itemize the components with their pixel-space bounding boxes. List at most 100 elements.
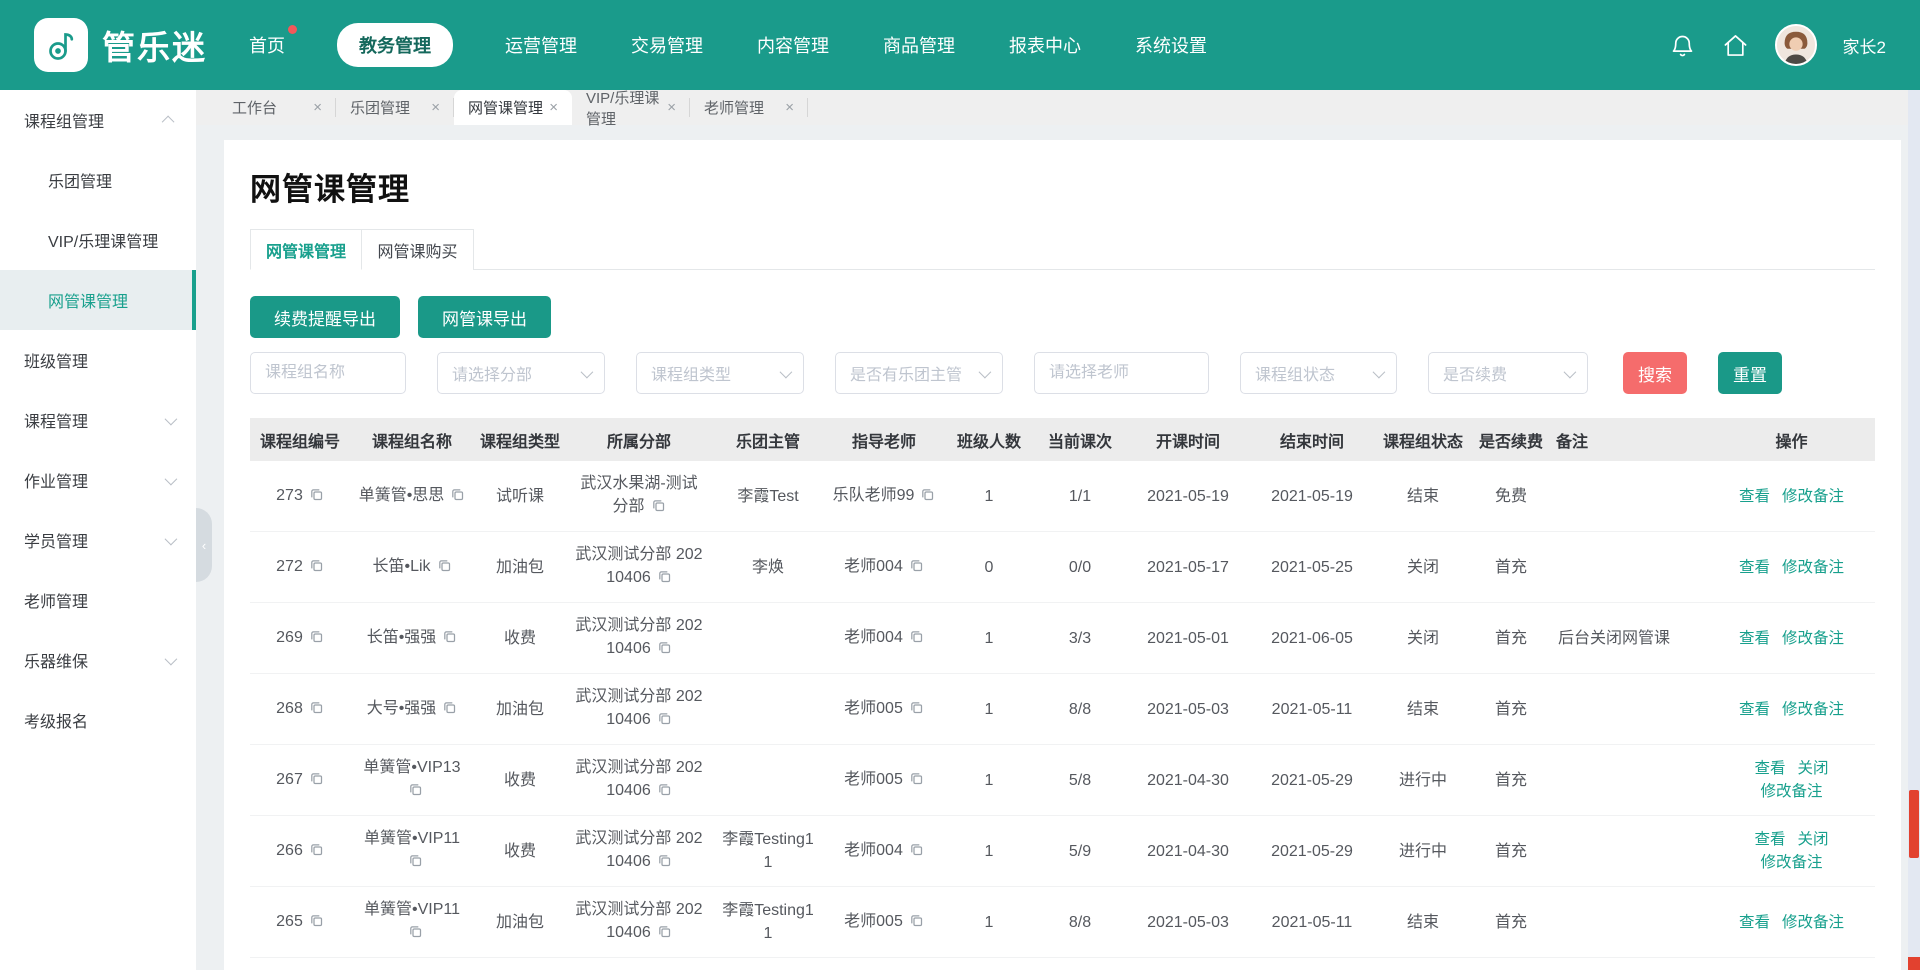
copy-icon[interactable] — [657, 781, 672, 804]
action-link[interactable]: 修改备注 — [1782, 630, 1844, 647]
topnav-item-2[interactable]: 教务管理 — [337, 23, 453, 67]
sidebar-menu: 课程组管理乐团管理VIP/乐理课管理网管课管理班级管理课程管理作业管理学员管理老… — [0, 90, 196, 750]
action-link[interactable]: 修改备注 — [1782, 488, 1844, 505]
copy-icon[interactable] — [657, 568, 672, 591]
export-button-2[interactable]: 网管课导出 — [418, 296, 551, 338]
copy-icon[interactable] — [920, 486, 935, 509]
copy-icon[interactable] — [909, 912, 924, 935]
tab-close-icon[interactable]: × — [549, 100, 558, 115]
action-link[interactable]: 修改备注 — [1782, 701, 1844, 718]
workspace-tab-5[interactable]: 老师管理× — [690, 90, 808, 125]
copy-icon[interactable] — [442, 628, 457, 651]
vertical-scrollbar-thumb[interactable] — [1909, 790, 1919, 858]
export-button-1[interactable]: 续费提醒导出 — [250, 296, 400, 338]
filter-select-3[interactable]: 课程组类型 — [636, 352, 804, 394]
action-link[interactable]: 修改备注 — [1760, 854, 1822, 871]
workspace-tab-2[interactable]: 乐团管理× — [336, 90, 454, 125]
copy-icon[interactable] — [309, 912, 324, 935]
topnav-item-6[interactable]: 商品管理 — [881, 23, 957, 67]
sidebar-item-6[interactable]: 课程管理 — [0, 390, 196, 450]
copy-icon[interactable] — [408, 852, 423, 875]
copy-icon[interactable] — [309, 770, 324, 793]
sidebar-item-7[interactable]: 作业管理 — [0, 450, 196, 510]
action-link[interactable]: 查看 — [1739, 701, 1770, 718]
filter-select-2[interactable]: 请选择分部 — [437, 352, 605, 394]
action-link[interactable]: 关闭 — [1798, 831, 1829, 848]
copy-icon[interactable] — [909, 770, 924, 793]
copy-icon[interactable] — [450, 486, 465, 509]
tab-close-icon[interactable]: × — [431, 100, 440, 115]
filter-select-7[interactable]: 是否续费 — [1428, 352, 1588, 394]
avatar[interactable] — [1775, 24, 1817, 66]
cell-name: 单簧管•VIP11 — [350, 894, 474, 950]
copy-icon[interactable] — [309, 486, 324, 509]
topnav-item-4[interactable]: 交易管理 — [629, 23, 705, 67]
cell-type: 加油包 — [474, 907, 566, 938]
tab-close-icon[interactable]: × — [667, 100, 676, 115]
sidebar-item-4[interactable]: 网管课管理 — [0, 270, 196, 330]
copy-icon[interactable] — [657, 852, 672, 875]
copy-icon[interactable] — [909, 557, 924, 580]
copy-icon[interactable] — [909, 699, 924, 722]
filter-select-6[interactable]: 课程组状态 — [1240, 352, 1397, 394]
home-icon[interactable] — [1722, 32, 1749, 59]
action-link[interactable]: 查看 — [1754, 760, 1785, 777]
sidebar-item-8[interactable]: 学员管理 — [0, 510, 196, 570]
filter-input-5[interactable] — [1034, 352, 1209, 394]
copy-icon[interactable] — [437, 557, 452, 580]
topnav-item-8[interactable]: 系统设置 — [1133, 23, 1209, 67]
topnav-item-7[interactable]: 报表中心 — [1007, 23, 1083, 67]
action-link[interactable]: 修改备注 — [1782, 559, 1844, 576]
sidebar-item-9[interactable]: 老师管理 — [0, 570, 196, 630]
action-link[interactable]: 修改备注 — [1782, 914, 1844, 931]
search-button[interactable]: 搜索 — [1623, 352, 1687, 394]
bell-icon[interactable] — [1669, 32, 1696, 59]
sidebar-item-11[interactable]: 考级报名 — [0, 690, 196, 750]
cell-text: 2021-05-01 — [1147, 630, 1229, 647]
page-tab-2[interactable]: 网管课购买 — [362, 229, 474, 270]
copy-icon[interactable] — [442, 699, 457, 722]
copy-icon[interactable] — [408, 781, 423, 804]
copy-icon[interactable] — [657, 923, 672, 946]
copy-icon[interactable] — [651, 497, 666, 520]
action-link[interactable]: 关闭 — [1798, 760, 1829, 777]
sidebar-item-label: 班级管理 — [24, 348, 88, 372]
topnav-item-3[interactable]: 运营管理 — [503, 23, 579, 67]
filter-input-field[interactable] — [265, 364, 391, 382]
copy-icon[interactable] — [309, 557, 324, 580]
sidebar-item-10[interactable]: 乐器维保 — [0, 630, 196, 690]
sidebar-item-2[interactable]: 乐团管理 — [0, 150, 196, 210]
sidebar-collapse-handle[interactable]: ‹ — [196, 508, 212, 582]
page-tab-1[interactable]: 网管课管理 — [250, 229, 362, 270]
tab-close-icon[interactable]: × — [785, 100, 794, 115]
action-link[interactable]: 查看 — [1739, 630, 1770, 647]
action-link[interactable]: 查看 — [1739, 488, 1770, 505]
filter-select-4[interactable]: 是否有乐团主管 — [835, 352, 1003, 394]
topnav-item-5[interactable]: 内容管理 — [755, 23, 831, 67]
workspace-tab-3[interactable]: 网管课管理× — [454, 90, 572, 125]
horizontal-scrollbar-thumb[interactable] — [1908, 957, 1920, 970]
copy-icon[interactable] — [309, 699, 324, 722]
copy-icon[interactable] — [909, 841, 924, 864]
copy-icon[interactable] — [408, 923, 423, 946]
action-link[interactable]: 查看 — [1739, 559, 1770, 576]
tab-close-icon[interactable]: × — [313, 100, 322, 115]
action-link[interactable]: 修改备注 — [1760, 783, 1822, 800]
filter-input-1[interactable] — [250, 352, 406, 394]
action-link[interactable]: 查看 — [1754, 831, 1785, 848]
filter-input-field[interactable] — [1049, 364, 1194, 382]
topnav-item-1[interactable]: 首页 — [247, 23, 287, 67]
copy-icon[interactable] — [657, 639, 672, 662]
sidebar-item-1[interactable]: 课程组管理 — [0, 90, 196, 150]
sidebar-item-5[interactable]: 班级管理 — [0, 330, 196, 390]
workspace-tab-1[interactable]: 工作台× — [218, 90, 336, 125]
copy-icon[interactable] — [309, 841, 324, 864]
reset-button[interactable]: 重置 — [1718, 352, 1782, 394]
username[interactable]: 家长2 — [1843, 33, 1886, 58]
action-link[interactable]: 查看 — [1739, 914, 1770, 931]
copy-icon[interactable] — [657, 710, 672, 733]
workspace-tab-4[interactable]: VIP/乐理课管理× — [572, 90, 690, 125]
copy-icon[interactable] — [309, 628, 324, 651]
sidebar-item-3[interactable]: VIP/乐理课管理 — [0, 210, 196, 270]
copy-icon[interactable] — [909, 628, 924, 651]
